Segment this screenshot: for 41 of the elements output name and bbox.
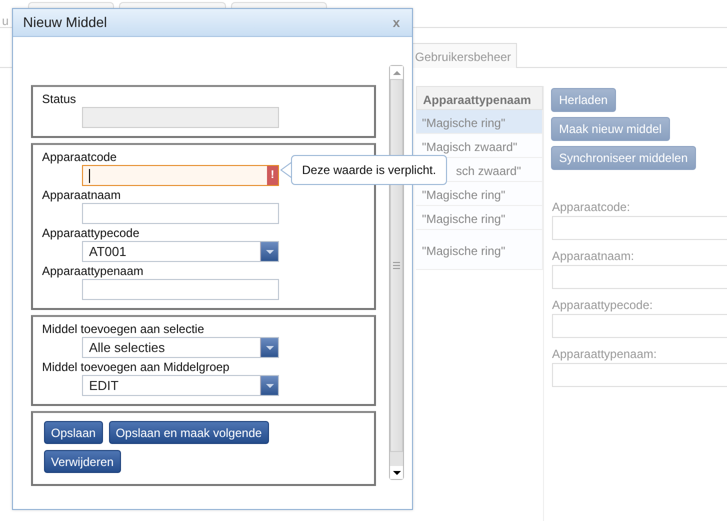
input-field[interactable]: [552, 216, 727, 240]
dialog-button[interactable]: Opslaan en maak volgende: [108, 421, 269, 444]
tab[interactable]: Gebruikersbeheer: [410, 43, 518, 68]
input-field[interactable]: !: [82, 165, 279, 186]
dialog-title: Nieuw Middel: [23, 13, 108, 32]
tooltip-pointer: [280, 162, 292, 178]
dialog-button[interactable]: Opslaan: [44, 421, 103, 444]
tab-label[interactable]: u: [2, 12, 9, 30]
input-field[interactable]: [552, 363, 727, 387]
tab[interactable]: [28, 2, 114, 8]
tab[interactable]: [231, 2, 327, 8]
dropdown[interactable]: Alle selecties: [82, 337, 279, 358]
input-field[interactable]: [552, 265, 727, 289]
action-button[interactable]: Herladen: [551, 88, 616, 112]
error-icon: !: [267, 166, 278, 185]
field-label: Apparaattypecode:: [552, 297, 654, 312]
scroll-up-icon[interactable]: [390, 66, 403, 79]
field-label: Status: [42, 92, 78, 107]
scroll-down-icon[interactable]: [390, 466, 403, 479]
field-label: Apparaatnaam:: [552, 248, 636, 263]
field-label: Middel toevoegen aan selectie: [42, 322, 206, 337]
field-label: Apparaattypenaam: [42, 264, 144, 279]
action-button[interactable]: Maak nieuw middel: [551, 117, 670, 141]
input-field[interactable]: [552, 314, 727, 338]
column-header[interactable]: Apparaattypenaam: [416, 86, 543, 110]
input-field[interactable]: [82, 279, 279, 300]
field-label: Apparaatcode:: [552, 199, 632, 214]
dropdown[interactable]: AT001: [82, 241, 279, 262]
close-button[interactable]: x: [390, 16, 402, 30]
dialog-button[interactable]: Verwijderen: [44, 450, 121, 473]
action-button[interactable]: Synchroniseer middelen: [551, 146, 696, 170]
field-label: Apparaatcode: [42, 150, 118, 165]
field-label: Middel toevoegen aan Middelgroep: [42, 360, 230, 375]
field-label: Apparaattypenaam:: [552, 346, 658, 361]
dropdown[interactable]: EDIT: [82, 375, 279, 396]
grip-icon: [393, 262, 400, 269]
field-label: Apparaatnaam: [42, 188, 122, 203]
input-field[interactable]: [82, 203, 279, 224]
tab[interactable]: [119, 2, 226, 8]
table-cell[interactable]: "Magische ring": [416, 110, 542, 134]
field-label: Apparaattypecode: [42, 226, 140, 241]
